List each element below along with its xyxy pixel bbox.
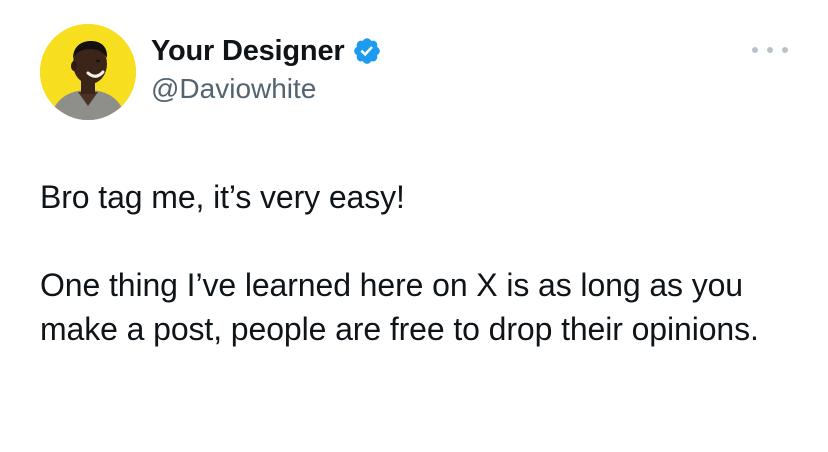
author-name-row: Your Designer (151, 31, 382, 71)
avatar[interactable] (40, 24, 136, 120)
person-avatar-icon (40, 24, 136, 120)
post-card: Your Designer @Daviowhite Bro tag me, it… (0, 0, 828, 452)
author-handle[interactable]: @Daviowhite (151, 73, 382, 105)
post-paragraph: Bro tag me, it’s very easy! (40, 179, 405, 215)
dot-icon (752, 47, 758, 53)
post-paragraph: One thing I’ve learned here on X is as l… (40, 267, 759, 347)
more-options-icon[interactable] (752, 40, 788, 60)
author-display-name[interactable]: Your Designer (151, 35, 345, 68)
post-text: Bro tag me, it’s very easy! One thing I’… (40, 175, 800, 351)
verified-badge-icon[interactable] (352, 36, 382, 66)
dot-icon (782, 47, 788, 53)
dot-icon (767, 47, 773, 53)
author-info: Your Designer @Daviowhite (151, 31, 382, 105)
